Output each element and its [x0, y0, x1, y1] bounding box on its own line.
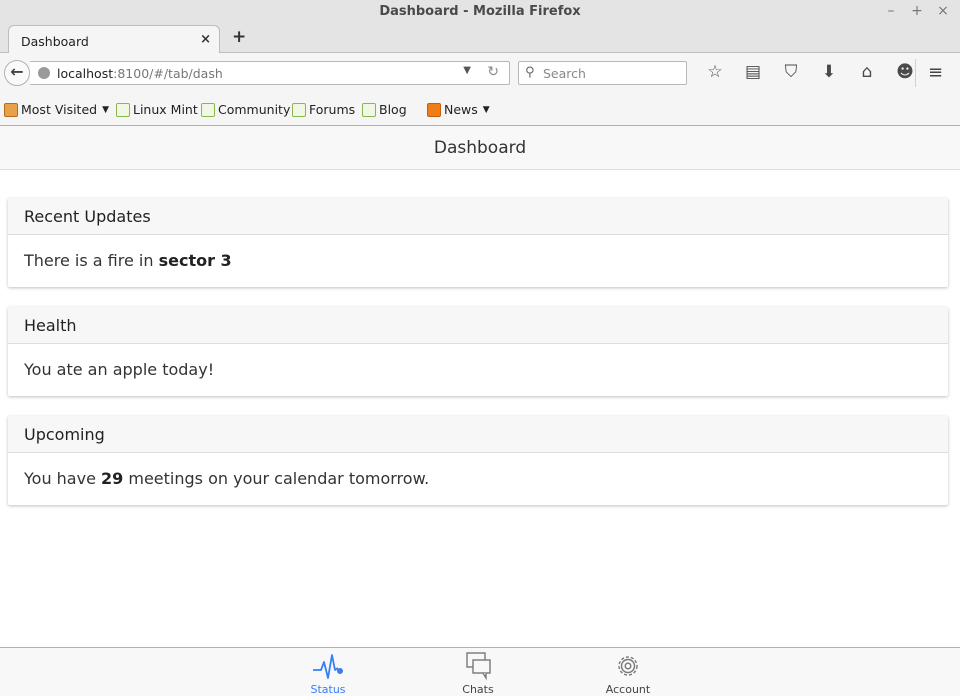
back-arrow-icon: ← — [10, 62, 24, 81]
card-text: You ate an apple today! — [24, 360, 215, 379]
mint-icon — [201, 102, 215, 117]
downloads-icon[interactable]: ⬇ — [810, 62, 848, 82]
tab-strip: Dashboard × + — [0, 23, 960, 54]
tab-close-icon[interactable]: × — [200, 32, 211, 47]
bookmark-label: News — [444, 102, 478, 117]
window-title: Dashboard - Mozilla Firefox — [379, 4, 581, 19]
tab-label: Chats — [462, 683, 494, 696]
reload-icon[interactable]: ↻ — [487, 64, 499, 80]
tab-status[interactable]: Status — [288, 651, 368, 696]
card-bold-text: sector 3 — [158, 251, 232, 270]
bookmark-label: Most Visited — [21, 102, 98, 117]
gear-icon — [618, 656, 638, 676]
toolbar-separator — [915, 59, 916, 87]
search-icon: ⚲ — [525, 65, 535, 80]
reading-list-icon[interactable]: ▤ — [734, 62, 772, 82]
bookmark-community[interactable]: Community — [201, 102, 290, 117]
tab-label: Status — [310, 683, 346, 696]
bookmark-label: Blog — [379, 102, 407, 117]
bookmark-forums[interactable]: Forums — [292, 102, 355, 117]
chat-icon — [466, 652, 491, 681]
tab-account[interactable]: Account — [588, 651, 668, 696]
bookmark-star-icon[interactable]: ☆ — [696, 62, 734, 82]
mint-icon — [292, 102, 306, 117]
card-upcoming: Upcoming You have 29 meetings on your ca… — [8, 416, 948, 505]
card-text: You have — [24, 469, 102, 488]
url-host: localhost — [57, 66, 114, 81]
chevron-down-icon: ▼ — [482, 104, 490, 115]
card-health: Health You ate an apple today! — [8, 307, 948, 396]
close-window-button[interactable]: × — [936, 0, 950, 23]
bookmark-label: Linux Mint — [133, 102, 198, 117]
tab-label: Account — [605, 683, 651, 696]
mint-icon — [116, 102, 130, 117]
pulse-icon — [313, 654, 343, 679]
app-header: Dashboard — [0, 126, 960, 170]
folder-icon — [4, 102, 18, 117]
navigation-toolbar: ← localhost:8100/#/tab/dash ▼ ↻ ⚲ Search… — [0, 53, 960, 93]
hamburger-menu-icon[interactable]: ≡ — [928, 62, 943, 83]
browser-tab[interactable]: Dashboard × — [8, 25, 220, 54]
hello-chat-icon[interactable]: ☻ — [886, 62, 924, 82]
card-body: You ate an apple today! — [8, 344, 948, 396]
site-identity-icon[interactable] — [38, 67, 50, 79]
chevron-down-icon: ▼ — [102, 104, 110, 115]
search-input[interactable]: ⚲ Search — [518, 61, 687, 85]
page-title: Dashboard — [433, 138, 527, 158]
tab-title: Dashboard — [21, 34, 89, 49]
bookmark-label: Community — [218, 102, 291, 117]
bookmark-blog[interactable]: Blog — [362, 102, 407, 117]
bookmark-news[interactable]: News ▼ — [427, 102, 490, 117]
dashboard-content: Recent Updates There is a fire in sector… — [0, 170, 960, 505]
rss-icon — [427, 102, 441, 117]
card-text-after: meetings on your calendar tomorrow. — [123, 469, 430, 488]
new-tab-button[interactable]: + — [232, 27, 246, 47]
bookmark-label: Forums — [309, 102, 356, 117]
minimize-button[interactable]: – — [884, 0, 898, 23]
card-body: There is a fire in sector 3 — [8, 235, 948, 287]
home-icon[interactable]: ⌂ — [848, 62, 886, 82]
card-recent-updates: Recent Updates There is a fire in sector… — [8, 198, 948, 287]
url-bar[interactable]: localhost:8100/#/tab/dash ▼ ↻ — [30, 61, 510, 85]
mint-icon — [362, 102, 376, 117]
url-text[interactable]: localhost:8100/#/tab/dash — [57, 66, 223, 81]
card-header: Upcoming — [8, 416, 948, 453]
pocket-icon[interactable]: ⛉ — [772, 62, 810, 82]
bookmarks-toolbar: Most Visited ▼ Linux Mint Community Foru… — [0, 93, 960, 126]
toolbar-icons: ☆ ▤ ⛉ ⬇ ⌂ ☻ — [696, 62, 924, 82]
maximize-button[interactable]: + — [910, 0, 924, 23]
bookmark-most-visited[interactable]: Most Visited ▼ — [4, 102, 109, 117]
url-path: :8100/#/tab/dash — [113, 66, 223, 81]
card-bold-text: 29 — [101, 469, 124, 488]
window-titlebar: Dashboard - Mozilla Firefox – + × — [0, 0, 960, 23]
bookmark-linux-mint[interactable]: Linux Mint — [116, 102, 198, 117]
url-history-dropdown-icon[interactable]: ▼ — [463, 65, 471, 76]
card-header: Recent Updates — [8, 198, 948, 235]
card-body: You have 29 meetings on your calendar to… — [8, 453, 948, 505]
tab-chats[interactable]: Chats — [438, 651, 518, 696]
window-controls: – + × — [884, 0, 950, 23]
back-button[interactable]: ← — [4, 60, 30, 86]
card-text: There is a fire in — [24, 251, 159, 270]
card-header: Health — [8, 307, 948, 344]
tab-bar: Status Chats Account — [0, 647, 960, 696]
search-placeholder: Search — [543, 66, 586, 81]
